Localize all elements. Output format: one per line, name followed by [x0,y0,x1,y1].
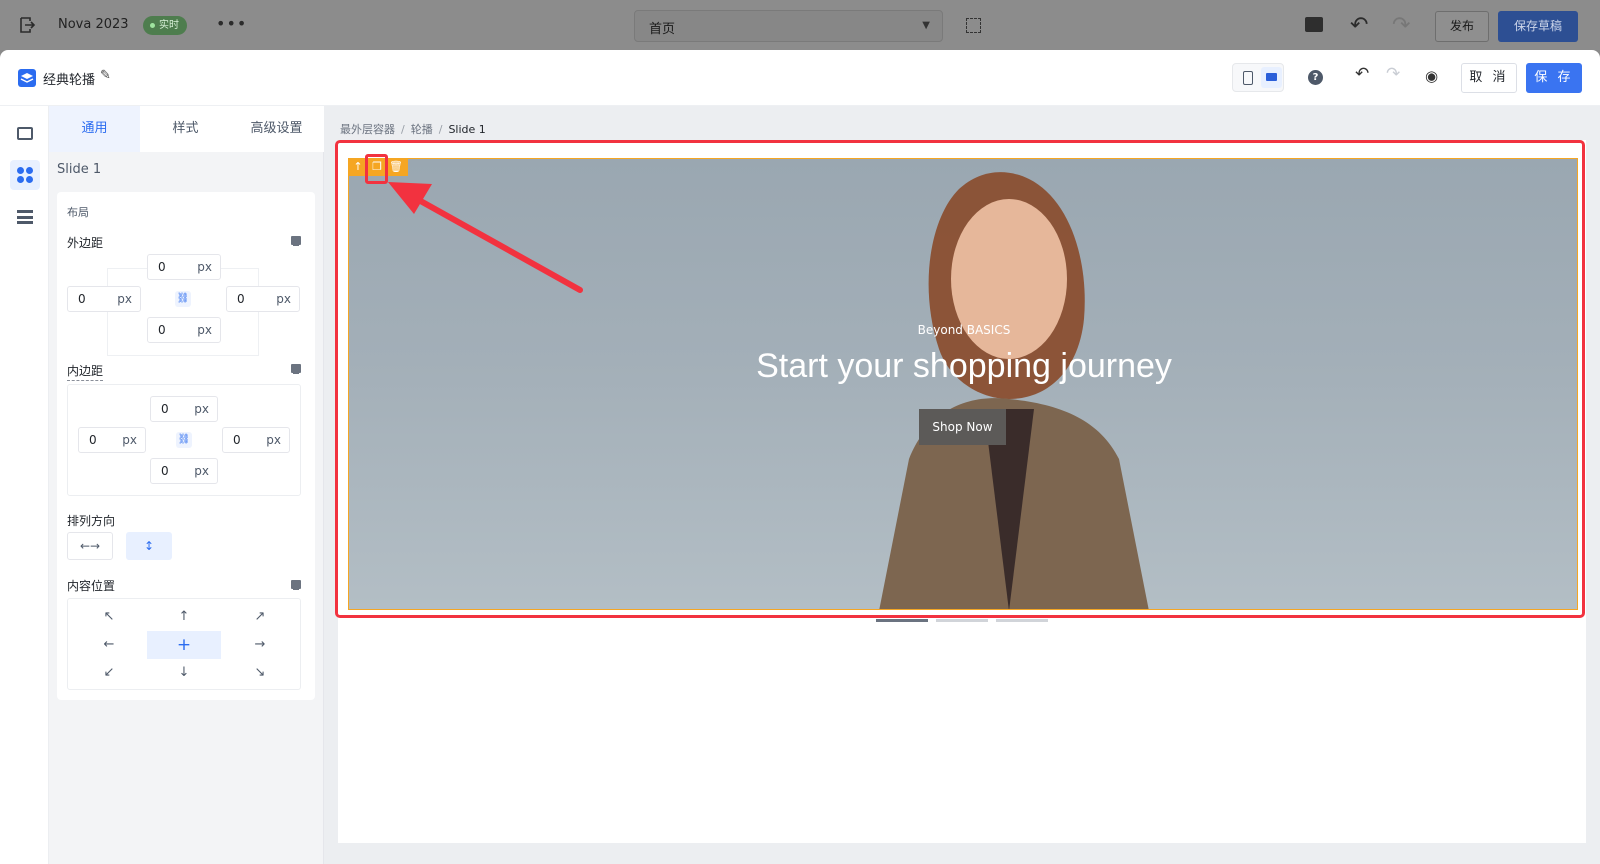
position-center[interactable]: + [147,631,221,659]
highlight-box [335,140,1585,618]
carousel-dot[interactable] [996,619,1048,622]
device-toggle [1232,63,1284,92]
direction-vertical-button[interactable]: ↕ [126,532,172,560]
device-responsive-icon[interactable] [291,364,301,374]
link-values-icon[interactable]: ⛓ [175,291,191,307]
tab-style[interactable]: 样式 [140,106,231,152]
component-title: 经典轮播 [43,73,96,88]
padding-label: 内边距 [67,362,104,381]
settings-panel: 通用 样式 高级设置 Slide 1 布局 外边距 0 px 0 px ⛓ 0 px … [49,106,324,864]
margin-left-input[interactable]: 0 px [67,286,141,312]
undo-icon[interactable]: ↶ [1355,64,1369,84]
save-draft-button[interactable]: 保存草稿 [1498,11,1578,42]
device-responsive-icon[interactable] [291,236,301,246]
rail-item-media[interactable] [10,119,40,149]
chevron-down-icon: ▼ [922,20,930,31]
rail-item-components[interactable] [10,160,40,190]
tab-general[interactable]: 通用 [49,106,140,152]
select-tool-icon[interactable] [966,18,981,33]
breadcrumb-item[interactable]: 最外层容器 [340,123,395,136]
redo-icon[interactable]: ↷ [1392,13,1410,38]
position-top-center[interactable]: ↑ [147,603,221,631]
tab-advanced[interactable]: 高级设置 [231,106,322,152]
tool-rail [0,106,49,864]
publish-button[interactable]: 发布 [1435,11,1489,42]
position-bottom-right[interactable]: ↘ [223,659,297,687]
breadcrumb: 最外层容器 / 轮播 / Slide 1 [340,123,486,136]
editor-header: 经典轮播 ✎ ? ↶ ↷ ◉ 取 消 保 存 [0,50,1600,106]
padding-box: 0 px 0 px ⛓ 0 px 0 px [67,384,301,496]
layout-label: 布局 [67,206,89,219]
carousel-indicators [876,619,1056,623]
image-icon [17,127,33,140]
position-top-right[interactable]: ↗ [223,603,297,631]
margin-top-input[interactable]: 0 px [147,254,221,280]
redo-icon[interactable]: ↷ [1386,64,1400,84]
breadcrumb-current: Slide 1 [448,123,486,136]
rail-item-layers[interactable] [10,202,40,232]
margin-label: 外边距 [67,236,104,250]
app-name: Nova 2023 [58,17,129,32]
layers-logo-icon [18,69,36,87]
edit-title-icon[interactable]: ✎ [100,68,111,83]
padding-top-input[interactable]: 0 px [150,396,218,422]
desktop-view-icon[interactable] [1261,67,1282,88]
preview-eye-icon[interactable]: ◉ [1425,67,1438,85]
margin-right-input[interactable]: 0 px [226,286,300,312]
live-status-badge: 实时 [143,16,187,35]
margin-bottom-input[interactable]: 0 px [147,317,221,343]
carousel-dot[interactable] [876,619,928,622]
layout-card: 布局 外边距 0 px 0 px ⛓ 0 px 0 px 内边距 0 px 0 px ⛓ 0… [57,192,315,700]
settings-tabs: 通用 样式 高级设置 [49,106,324,152]
page-select-value: 首页 [649,22,676,37]
more-icon[interactable]: ••• [216,14,247,33]
carousel-dot[interactable] [936,619,988,622]
position-bottom-center[interactable]: ↓ [147,659,221,687]
save-button[interactable]: 保 存 [1526,63,1582,93]
app-topbar: Nova 2023 实时 ••• 首页 ▼ ↶ ↷ 发布 保存草稿 [0,0,1600,50]
content-position-grid: ↖ ↑ ↗ ← + → ↙ ↓ ↘ [67,598,301,690]
direction-horizontal-button[interactable]: ←→ [67,532,113,560]
components-icon [17,167,33,183]
duplicate-icon-highlight [365,154,388,184]
panel-heading: Slide 1 [57,162,102,177]
content-position-label: 内容位置 [67,579,116,593]
undo-icon[interactable]: ↶ [1350,13,1368,38]
link-values-icon[interactable]: ⛓ [176,432,192,448]
cancel-button[interactable]: 取 消 [1461,63,1517,93]
padding-bottom-input[interactable]: 0 px [150,458,218,484]
position-middle-right[interactable]: → [223,631,297,659]
position-top-left[interactable]: ↖ [72,603,146,631]
desktop-preview-icon[interactable] [1305,17,1323,32]
help-icon[interactable]: ? [1308,70,1323,85]
padding-left-input[interactable]: 0 px [78,427,146,453]
device-responsive-icon[interactable] [291,580,301,590]
position-bottom-left[interactable]: ↙ [72,659,146,687]
padding-right-input[interactable]: 0 px [222,427,290,453]
page-select[interactable]: 首页 ▼ [634,10,943,42]
breadcrumb-item[interactable]: 轮播 [411,123,433,136]
position-middle-left[interactable]: ← [72,631,146,659]
mobile-view-icon[interactable] [1243,71,1253,85]
exit-icon[interactable] [18,16,36,34]
direction-label: 排列方向 [67,514,116,528]
layers-icon [17,210,33,224]
